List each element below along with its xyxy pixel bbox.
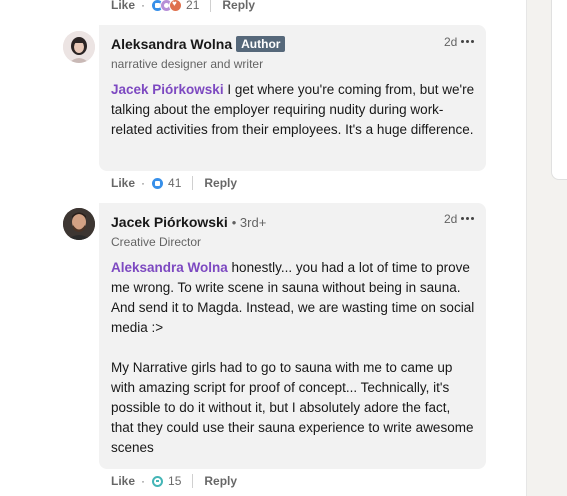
reactions-summary[interactable]: 41 (151, 176, 181, 190)
reply-button[interactable]: Reply (204, 474, 237, 488)
comment-actions: Like · 15 Reply (111, 474, 237, 488)
comment-time: 2d (444, 212, 458, 226)
separator-dot: · (141, 176, 146, 190)
comment-time: 2d (444, 35, 458, 49)
like-reaction-icon (151, 176, 165, 190)
more-options-icon[interactable] (461, 213, 477, 223)
avatar[interactable] (63, 208, 95, 240)
prev-comment-actions: Like · 21 Reply (111, 0, 255, 12)
avatar[interactable] (63, 31, 95, 63)
author-name[interactable]: Aleksandra Wolna (111, 36, 232, 52)
comment-actions: Like · 41 Reply (111, 176, 237, 190)
author-badge: Author (236, 36, 286, 52)
comment-author: Jacek Piórkowski • 3rd+ (111, 214, 266, 230)
right-rail (526, 0, 567, 496)
comment-body-paragraph: My Narrative girls had to go to sauna wi… (111, 360, 474, 455)
funny-reaction-icon (151, 474, 165, 488)
mention-link[interactable]: Aleksandra Wolna (111, 260, 228, 275)
reaction-count: 21 (186, 0, 200, 12)
right-rail-card (551, 0, 567, 180)
author-headline: narrative designer and writer (111, 57, 264, 71)
like-button[interactable]: Like (111, 0, 135, 12)
more-options-icon[interactable] (461, 36, 477, 46)
reactions-summary[interactable]: 21 (151, 0, 199, 12)
love-reaction-icon (169, 0, 183, 12)
separator-dot: · (141, 474, 146, 488)
mention-link[interactable]: Jacek Piórkowski (111, 82, 224, 97)
comment-text: Aleksandra Wolna honestly... you had a l… (111, 258, 476, 458)
avatar-woman-icon (63, 31, 95, 63)
author-name[interactable]: Jacek Piórkowski (111, 214, 228, 230)
connection-degree: • 3rd+ (231, 215, 267, 230)
divider (192, 474, 194, 488)
reaction-count: 41 (168, 176, 182, 190)
divider (192, 176, 194, 190)
reaction-count: 15 (168, 474, 182, 488)
separator-dot: · (141, 0, 146, 12)
like-button[interactable]: Like (111, 176, 135, 190)
author-headline: Creative Director (111, 235, 202, 249)
comment-text: Jacek Piórkowski I get where you're comi… (111, 80, 476, 140)
avatar-man-icon (63, 208, 95, 240)
reactions-summary[interactable]: 15 (151, 474, 181, 488)
reply-button[interactable]: Reply (204, 176, 237, 190)
like-button[interactable]: Like (111, 474, 135, 488)
comment-author: Aleksandra Wolna Author (111, 36, 286, 52)
divider (210, 0, 212, 12)
reply-button[interactable]: Reply (222, 0, 255, 12)
